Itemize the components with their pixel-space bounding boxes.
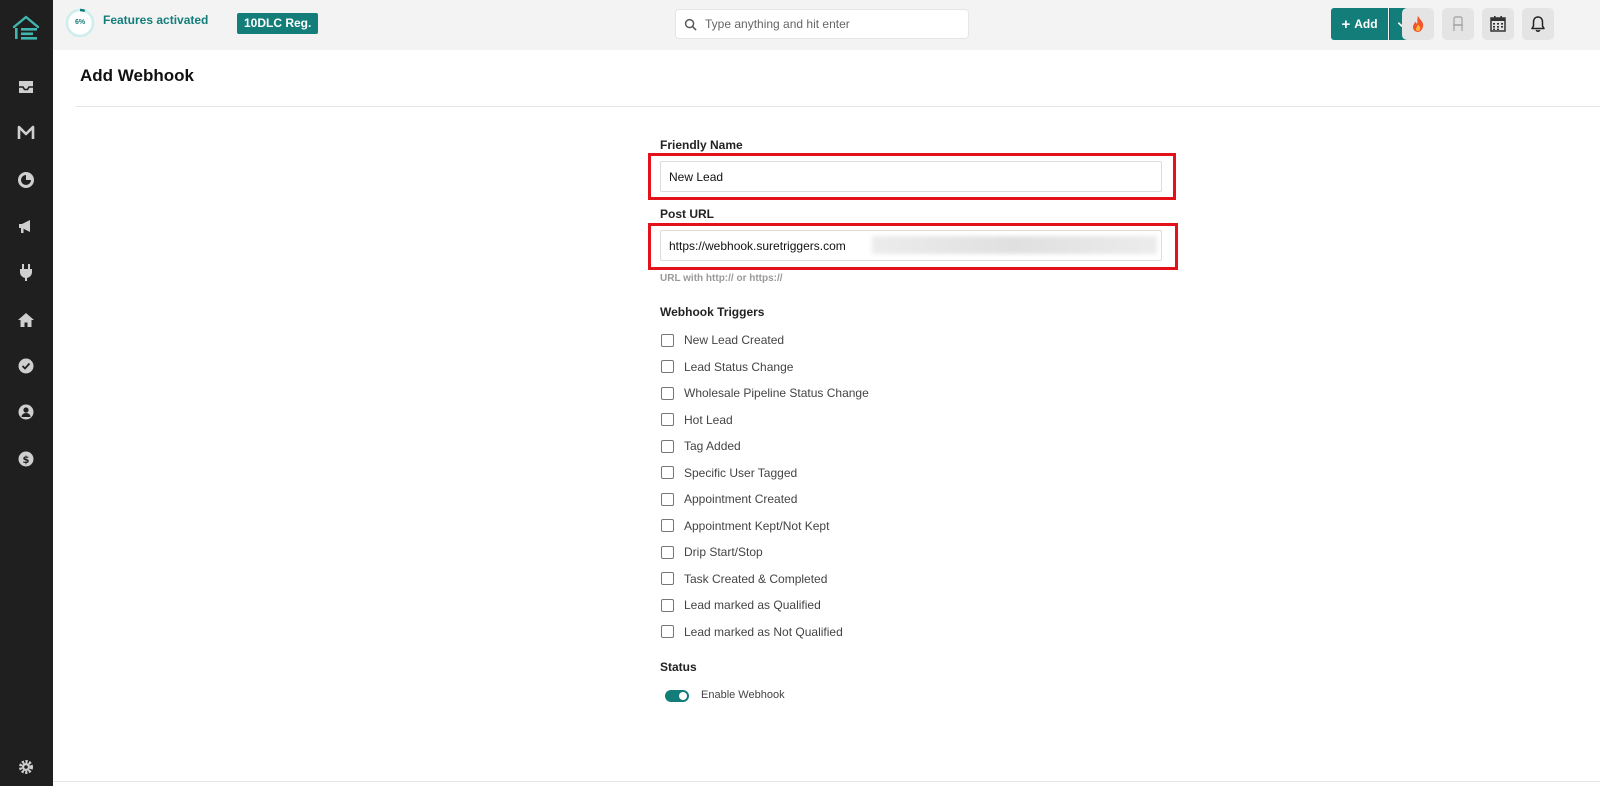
top-bar: 6% Features activated 10DLC Reg. + Add: [53, 0, 1600, 50]
trigger-option[interactable]: Hot Lead: [661, 412, 733, 428]
calendar-icon: [1490, 16, 1506, 32]
megaphone-icon[interactable]: [15, 215, 37, 237]
trigger-checkbox[interactable]: [661, 519, 674, 532]
chart-icon[interactable]: [15, 169, 37, 191]
features-activated-label[interactable]: Features activated: [103, 13, 208, 27]
trigger-checkbox[interactable]: [661, 572, 674, 585]
trigger-checkbox[interactable]: [661, 466, 674, 479]
trigger-option[interactable]: Task Created & Completed: [661, 571, 827, 587]
trigger-checkbox[interactable]: [661, 545, 674, 559]
add-button[interactable]: + Add: [1331, 8, 1388, 40]
trigger-checkbox[interactable]: [661, 625, 674, 638]
trigger-option[interactable]: Drip Start/Stop: [661, 544, 763, 560]
trigger-label: Task Created & Completed: [684, 571, 828, 586]
trigger-option[interactable]: Wholesale Pipeline Status Change: [661, 385, 869, 401]
trigger-label: Drip Start/Stop: [684, 545, 763, 559]
status-label: Status: [660, 660, 697, 674]
trigger-label: Hot Lead: [684, 412, 733, 427]
user-icon[interactable]: [15, 401, 37, 423]
progress-percent: 6%: [74, 19, 86, 26]
trigger-label: Specific User Tagged: [684, 465, 798, 480]
trigger-label: Appointment Created: [684, 492, 798, 506]
search-input[interactable]: [705, 17, 955, 31]
page-title: Add Webhook: [80, 66, 194, 85]
trigger-label: Tag Added: [684, 439, 741, 453]
chair-icon: [1453, 16, 1463, 31]
post-url-hint: URL with http:// or https://: [660, 273, 783, 284]
toggle-knob: [679, 692, 687, 700]
dollar-icon[interactable]: $: [15, 448, 37, 470]
trigger-checkbox[interactable]: [661, 598, 674, 612]
header-divider: [76, 106, 1600, 107]
fire-icon: [1412, 16, 1424, 32]
trigger-label: Lead marked as Qualified: [684, 598, 821, 612]
trigger-checkbox[interactable]: [661, 333, 674, 347]
10dlc-badge[interactable]: 10DLC Reg.: [237, 13, 319, 34]
calendar-button[interactable]: [1482, 8, 1514, 40]
friendly-name-label: Friendly Name: [660, 138, 743, 152]
trigger-option[interactable]: Appointment Created: [661, 491, 797, 507]
home-icon[interactable]: [15, 309, 37, 331]
trigger-checkbox[interactable]: [661, 413, 674, 426]
trigger-label: Lead Status Change: [684, 359, 794, 374]
chair-button[interactable]: [1442, 8, 1474, 40]
trigger-checkbox[interactable]: [661, 492, 674, 506]
notifications-button[interactable]: [1522, 8, 1554, 40]
trigger-checkbox[interactable]: [661, 386, 674, 400]
trigger-option[interactable]: Specific User Tagged: [661, 465, 797, 481]
trigger-label: New Lead Created: [684, 333, 785, 347]
trigger-label: Wholesale Pipeline Status Change: [684, 386, 869, 400]
trigger-option[interactable]: New Lead Created: [661, 332, 784, 348]
search-box: [675, 9, 969, 39]
gmail-icon[interactable]: [15, 122, 37, 144]
trigger-label: Appointment Kept/Not Kept: [684, 518, 830, 533]
add-button-label: Add: [1354, 17, 1378, 31]
plug-icon[interactable]: [15, 261, 37, 283]
gear-icon[interactable]: [15, 756, 37, 778]
enable-webhook-label: Enable Webhook: [701, 689, 785, 701]
bottom-divider: [53, 781, 1600, 782]
check-circle-icon[interactable]: [15, 355, 37, 377]
sidebar: $: [0, 0, 53, 786]
post-url-label: Post URL: [660, 207, 714, 221]
inbox-icon[interactable]: [15, 76, 37, 98]
svg-text:$: $: [23, 455, 30, 466]
trigger-option[interactable]: Appointment Kept/Not Kept: [661, 518, 829, 534]
trigger-option[interactable]: Lead marked as Not Qualified: [661, 624, 843, 640]
trigger-option[interactable]: Tag Added: [661, 438, 741, 454]
trigger-option[interactable]: Lead Status Change: [661, 359, 793, 375]
enable-webhook-toggle[interactable]: [665, 690, 689, 702]
logo-icon[interactable]: [12, 14, 40, 42]
post-url-highlight: [648, 223, 1178, 270]
bell-icon: [1531, 16, 1545, 32]
plus-icon: +: [1341, 15, 1351, 33]
friendly-name-highlight: [648, 153, 1176, 200]
trigger-option[interactable]: Lead marked as Qualified: [661, 597, 821, 613]
trigger-checkbox[interactable]: [661, 360, 674, 373]
trigger-label: Lead marked as Not Qualified: [684, 624, 843, 639]
search-icon: [684, 18, 697, 31]
hot-leads-button[interactable]: [1402, 8, 1434, 40]
webhook-triggers-label: Webhook Triggers: [660, 305, 765, 319]
trigger-checkbox[interactable]: [661, 439, 674, 453]
